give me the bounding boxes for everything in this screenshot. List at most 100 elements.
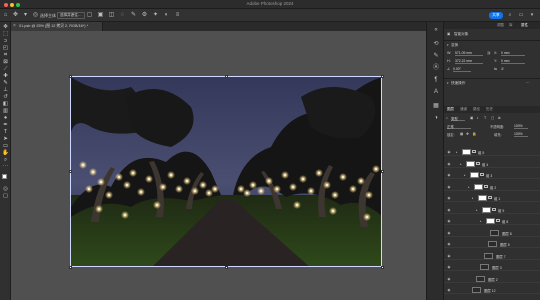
type-tool-icon[interactable]: T [2, 129, 9, 136]
chevron-right-icon[interactable]: ▸ [456, 150, 458, 154]
lasso-tool-icon[interactable]: ↄ [2, 38, 9, 45]
dodge-tool-icon[interactable]: ● [2, 115, 9, 122]
eyedropper-tool-icon[interactable]: ⟋ [2, 66, 9, 73]
search-icon[interactable]: ⌕ [446, 116, 448, 120]
filter-type-icon[interactable]: T [484, 116, 486, 120]
transform-handle-bottom[interactable] [224, 265, 228, 269]
tab-channels[interactable]: 通道 [460, 107, 467, 112]
visibility-eye-icon[interactable]: ◉ [447, 162, 451, 166]
transform-handle-bottom-right[interactable] [380, 265, 384, 269]
chevron-right-icon[interactable]: ▸ [468, 185, 470, 189]
brush-settings-icon[interactable]: ✎ [432, 52, 440, 60]
hand-tool-icon[interactable]: ✋ [2, 150, 9, 157]
layer-row[interactable]: ◉ 图层 7 [444, 252, 540, 260]
lasso-icon[interactable]: ◌ [119, 12, 126, 19]
options-icon[interactable]: ≡ [174, 12, 181, 19]
chevron-collapse-icon[interactable]: « [432, 26, 440, 34]
visibility-eye-icon[interactable]: ◉ [447, 150, 451, 154]
chevron-right-icon[interactable]: ▸ [464, 173, 466, 177]
workspace-icon[interactable]: ▭ [518, 12, 524, 18]
magic-wand-icon[interactable]: ✦ [152, 12, 159, 19]
paragraph-icon[interactable]: ¶ [432, 76, 440, 84]
chevron-right-icon[interactable]: ▸ [476, 208, 478, 212]
lock-pixels-icon[interactable]: ▦ [460, 132, 463, 136]
tab-adjustments[interactable]: 调整 [497, 23, 504, 28]
chevron-down-icon[interactable]: ▾ [529, 12, 535, 18]
character-icon[interactable]: A [432, 88, 440, 96]
transform-handle-left[interactable] [68, 170, 72, 173]
gradient-tool-icon[interactable]: ▥ [2, 108, 9, 115]
filter-smart-object-icon[interactable]: ⧉ [498, 116, 501, 120]
share-button[interactable]: 共享 [489, 12, 503, 19]
clone-stamp-tool-icon[interactable]: ⊥ [2, 87, 9, 94]
move-tool-icon[interactable]: ✥ [12, 12, 19, 19]
visibility-eye-icon[interactable]: ◉ [447, 196, 451, 200]
brush-icon[interactable]: ✎ [130, 12, 137, 19]
more-tools-icon[interactable]: ⋯ [2, 164, 9, 171]
flip-vertical-icon[interactable]: ⇵ [501, 67, 504, 71]
intersect-selection-icon[interactable]: ◫ [108, 12, 115, 19]
history-icon[interactable]: ⟲ [432, 40, 440, 48]
layer-row[interactable]: ◉ 图层 3 [444, 263, 540, 271]
swatches-icon[interactable]: ▦ [432, 102, 440, 110]
refine-icon[interactable]: ◐ [163, 12, 170, 19]
canvas-image[interactable] [70, 76, 382, 267]
layer-row[interactable]: ◉ ▸ 组 4 [444, 160, 540, 168]
tab-libraries[interactable]: 库 [509, 23, 513, 28]
rectangle-tool-icon[interactable]: ▭ [2, 143, 9, 150]
tab-layers[interactable]: 图层 [447, 107, 454, 112]
chevron-right-icon[interactable]: ▸ [480, 219, 482, 223]
history-brush-tool-icon[interactable]: ↺ [2, 94, 9, 101]
more-options-icon[interactable]: ⋯ [526, 81, 530, 85]
visibility-eye-icon[interactable]: ◉ [447, 173, 451, 177]
path-select-tool-icon[interactable]: ➤ [2, 136, 9, 143]
foreground-color-swatch[interactable] [2, 174, 7, 179]
height-field[interactable]: 372.22 mm [455, 59, 483, 64]
chevron-down-icon[interactable]: ▾ [447, 81, 449, 85]
marquee-tool-icon[interactable]: ⬚ [2, 31, 9, 38]
chevron-down-icon[interactable]: ▾ [447, 43, 449, 47]
angle-field[interactable]: 0.00° [453, 67, 471, 72]
layer-row[interactable]: ◉ ▸ 组 1 [444, 194, 540, 202]
select-and-mask-button[interactable]: 选择并遮住… [57, 12, 85, 19]
layer-row[interactable]: ◉ ▸ 组 2 [444, 183, 540, 191]
object-select-tool-icon[interactable]: ◰ [2, 45, 9, 52]
visibility-eye-icon[interactable]: ◉ [447, 242, 451, 246]
select-subject-button[interactable]: 选择主体 [40, 13, 56, 19]
layer-row[interactable]: ◉ ▸ 组 3 [444, 171, 540, 179]
layer-row[interactable]: ◉ 图层 5 [444, 240, 540, 248]
visibility-eye-icon[interactable]: ◉ [447, 254, 451, 258]
transform-handle-top-left[interactable] [68, 74, 72, 78]
close-tab-icon[interactable]: × [13, 23, 16, 29]
layer-row[interactable]: ◉ ▸ 组 5 [444, 148, 540, 156]
color-icon[interactable]: ◑ [432, 114, 440, 122]
y-field[interactable]: 0 mm [501, 59, 525, 64]
eraser-tool-icon[interactable]: ◧ [2, 101, 9, 108]
visibility-eye-icon[interactable]: ◉ [447, 277, 451, 281]
layer-row[interactable]: ◉ 图层 8 [444, 229, 540, 237]
link-icon[interactable]: ⛓ [487, 51, 491, 55]
transform-handle-top[interactable] [224, 74, 228, 78]
tab-history[interactable]: 历史 [486, 107, 493, 112]
chevron-down-icon[interactable]: ▾ [22, 12, 29, 19]
zoom-tool-icon[interactable]: ⌕ [2, 157, 9, 164]
layer-row[interactable]: ◉ ▸ 组 8 [444, 217, 540, 225]
layer-kind-filter[interactable]: 类型 [451, 116, 465, 121]
visibility-eye-icon[interactable]: ◉ [447, 185, 451, 189]
healing-brush-tool-icon[interactable]: ✚ [2, 73, 9, 80]
filter-pixel-icon[interactable]: ▣ [470, 116, 473, 120]
crop-tool-icon[interactable]: ⌗ [2, 52, 9, 59]
quick-mask-icon[interactable]: ◎ [2, 186, 9, 193]
frame-tool-icon[interactable]: ⊠ [2, 59, 9, 66]
chevron-right-icon[interactable]: ▸ [472, 196, 474, 200]
visibility-eye-icon[interactable]: ◉ [447, 219, 451, 223]
layer-row[interactable]: ◉ ▸ 组 9 [444, 206, 540, 214]
add-selection-icon[interactable]: ▢ [86, 12, 93, 19]
flip-horizontal-icon[interactable]: ⇋ [494, 67, 497, 71]
lock-position-icon[interactable]: ✥ [466, 132, 469, 136]
pen-tool-icon[interactable]: ✒ [2, 122, 9, 129]
move-tool-icon[interactable]: ✥ [2, 24, 9, 31]
opacity-field[interactable]: 100% [514, 124, 528, 129]
tab-paths[interactable]: 路径 [473, 107, 480, 112]
chevron-right-icon[interactable]: ▸ [460, 162, 462, 166]
